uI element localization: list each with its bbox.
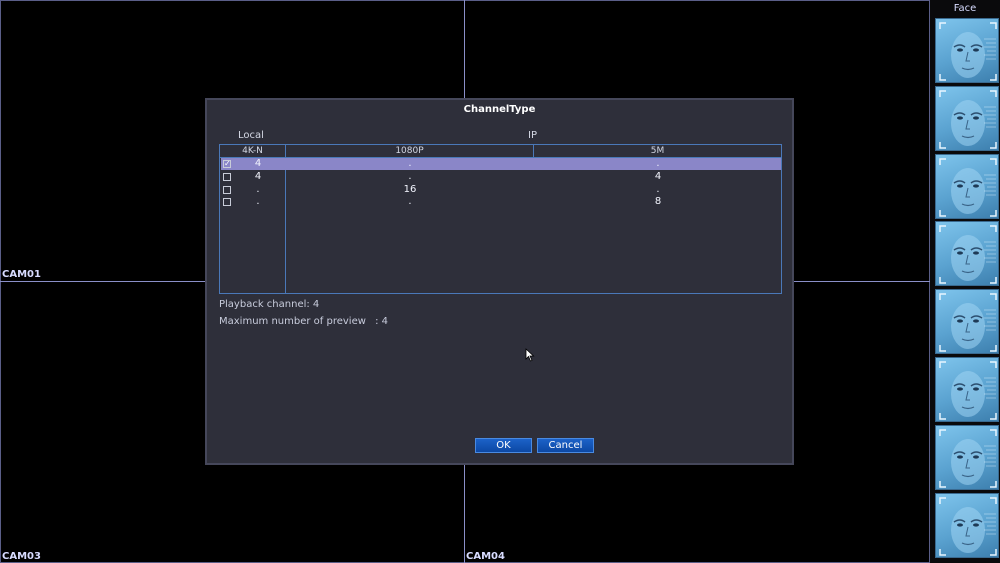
table-row[interactable]: . . 8 bbox=[221, 196, 781, 208]
camera-label-cam01: CAM01 bbox=[2, 269, 41, 280]
cell-local: . bbox=[256, 196, 260, 207]
cell-1080p: . bbox=[408, 196, 412, 207]
channel-type-dialog: ChannelType Local IP 4K-N 1080P 5M ✓ 4 .… bbox=[205, 98, 794, 465]
face-icon bbox=[939, 90, 997, 149]
channel-table: 4K-N 1080P 5M ✓ 4 . . 4 . 4 . 16 . . . 8 bbox=[219, 144, 782, 294]
face-icon bbox=[939, 225, 997, 285]
cell-1080p: . bbox=[408, 158, 412, 169]
cell-local: 4 bbox=[254, 158, 262, 169]
cell-local: 4 bbox=[254, 171, 262, 182]
mouse-cursor-icon bbox=[525, 348, 535, 362]
column-header-4k-n: 4K-N bbox=[242, 146, 263, 156]
table-row[interactable]: ✓ 4 . . bbox=[221, 158, 781, 170]
face-icon bbox=[939, 429, 997, 488]
face-thumbnail[interactable] bbox=[935, 85, 999, 151]
cell-5m: 4 bbox=[654, 171, 662, 182]
face-thumbnail[interactable] bbox=[935, 357, 999, 422]
face-thumbnail[interactable] bbox=[935, 492, 999, 558]
table-row[interactable]: 4 . 4 bbox=[221, 171, 781, 183]
camera-label-cam04: CAM04 bbox=[466, 551, 505, 562]
face-thumbnail[interactable] bbox=[935, 221, 999, 287]
face-thumbnail[interactable] bbox=[935, 18, 999, 83]
preview-text: Maximum number of preview : 4 bbox=[219, 316, 388, 327]
face-thumbnail[interactable] bbox=[935, 424, 999, 490]
preview-value: : 4 bbox=[375, 316, 389, 327]
ok-button[interactable]: OK bbox=[475, 438, 532, 453]
column-header-5m: 5M bbox=[650, 146, 665, 156]
column-header-1080p: 1080P bbox=[395, 146, 424, 156]
cell-5m: . bbox=[656, 158, 660, 169]
preview-label: Maximum number of preview bbox=[219, 316, 366, 327]
face-icon bbox=[939, 361, 997, 420]
cell-5m: . bbox=[656, 184, 660, 195]
face-icon bbox=[939, 157, 997, 217]
camera-label-cam03: CAM03 bbox=[2, 551, 41, 562]
cell-1080p: . bbox=[408, 171, 412, 182]
local-header: Local bbox=[238, 130, 264, 141]
face-thumbnail[interactable] bbox=[935, 289, 999, 355]
face-thumbnail[interactable] bbox=[935, 153, 999, 219]
cell-5m: 8 bbox=[654, 196, 662, 207]
sidebar-title: Face bbox=[953, 3, 977, 14]
face-icon bbox=[939, 293, 997, 352]
ip-header: IP bbox=[528, 130, 537, 141]
face-icon bbox=[939, 22, 997, 81]
table-row[interactable]: . 16 . bbox=[221, 184, 781, 196]
cancel-button[interactable]: Cancel bbox=[537, 438, 594, 453]
face-icon bbox=[939, 496, 997, 556]
face-sidebar: Face bbox=[930, 0, 1000, 563]
cell-1080p: 16 bbox=[403, 184, 417, 195]
cell-local: . bbox=[256, 184, 260, 195]
playback-channel-text: Playback channel: 4 bbox=[219, 299, 320, 310]
dialog-title: ChannelType bbox=[463, 104, 536, 115]
